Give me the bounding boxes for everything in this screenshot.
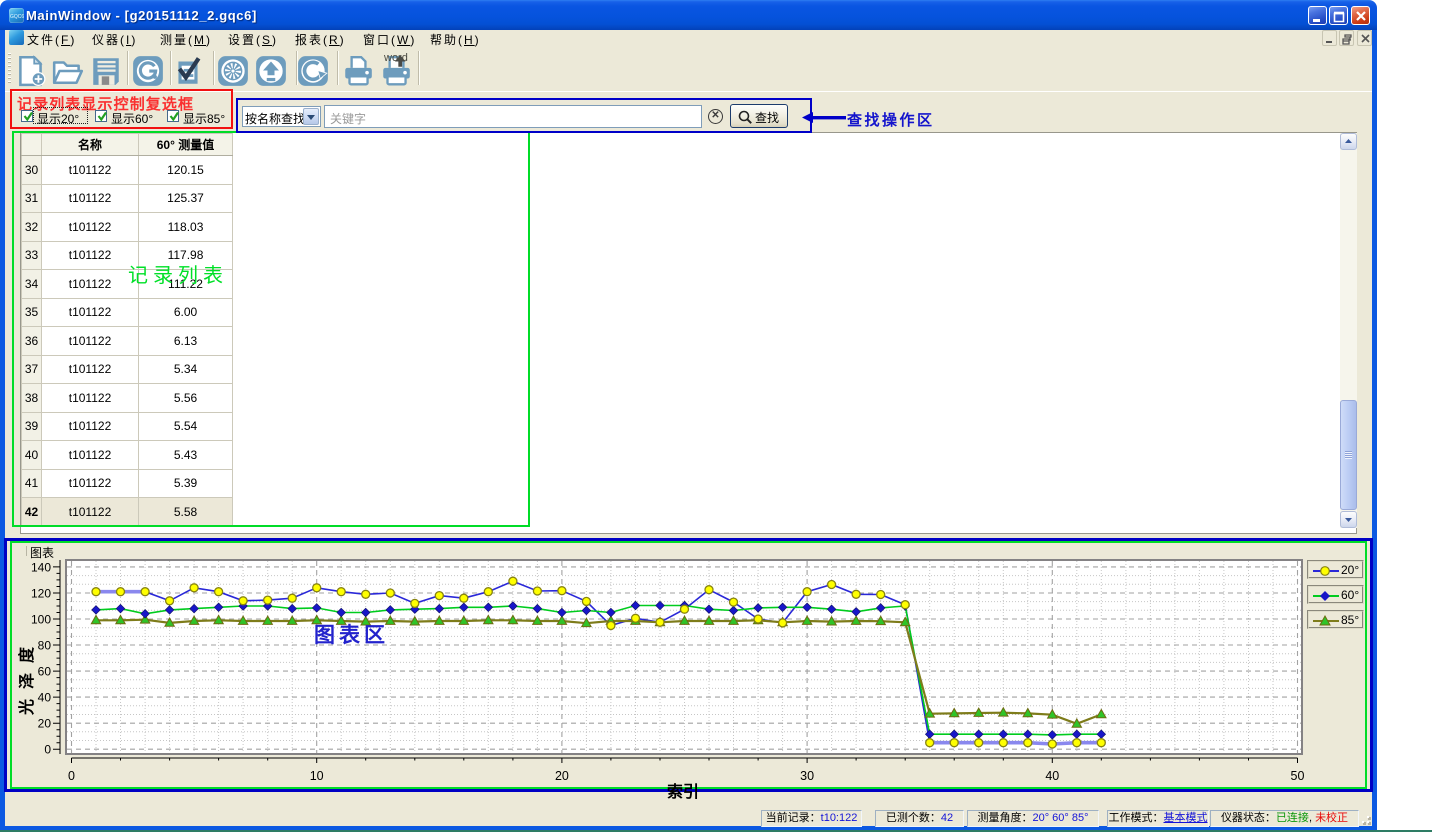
svg-text:20: 20 [38, 717, 52, 731]
svg-text:140: 140 [31, 560, 51, 574]
svg-text:40: 40 [38, 691, 52, 705]
svg-text:索引: 索引 [667, 782, 699, 801]
svg-text:0: 0 [68, 769, 75, 783]
svg-text:20: 20 [555, 769, 569, 783]
svg-text:0: 0 [44, 743, 51, 757]
svg-text:30: 30 [800, 769, 814, 783]
svg-text:40: 40 [1045, 769, 1059, 783]
svg-text:50: 50 [1291, 769, 1305, 783]
svg-text:10: 10 [310, 769, 324, 783]
svg-text:120: 120 [31, 587, 51, 601]
svg-text:100: 100 [31, 613, 51, 627]
svg-text:光泽度: 光泽度 [17, 637, 36, 716]
svg-text:60: 60 [38, 665, 52, 679]
svg-text:80: 80 [38, 639, 52, 653]
